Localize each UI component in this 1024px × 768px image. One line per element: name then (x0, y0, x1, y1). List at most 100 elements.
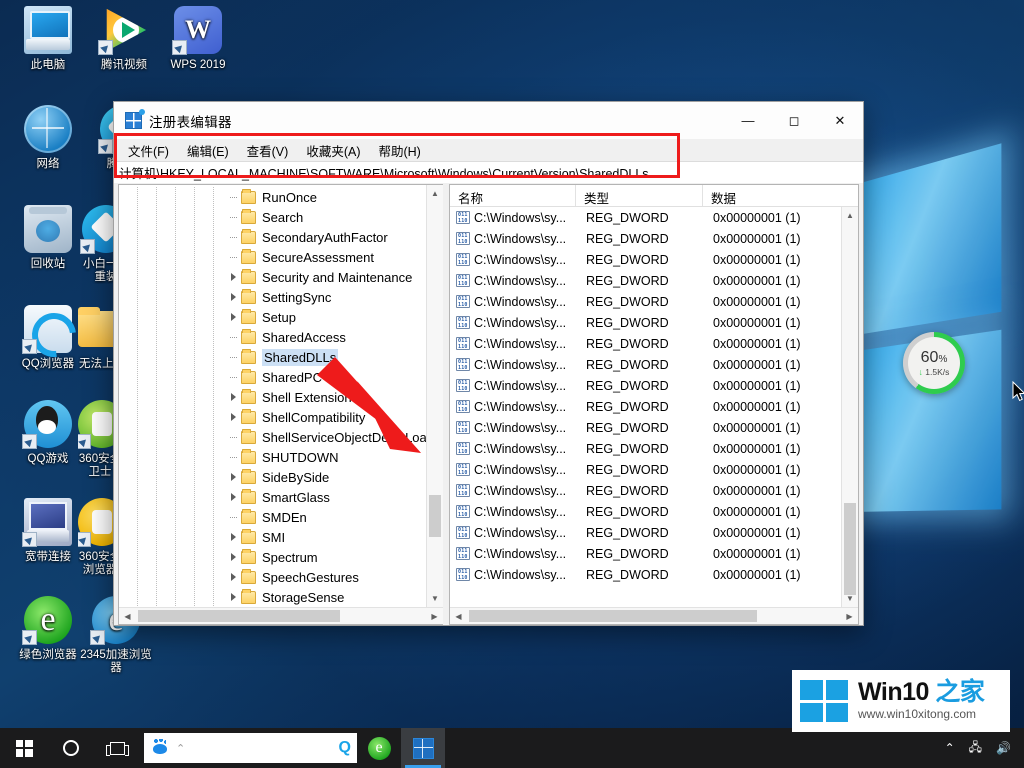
chevron-right-icon[interactable] (225, 527, 241, 547)
baidu-search-box[interactable]: ⌃ Q (144, 733, 357, 763)
value-type: REG_DWORD (586, 274, 713, 288)
table-row[interactable]: C:\Windows\sy...REG_DWORD0x00000001 (1) (450, 291, 841, 312)
registry-path-bar[interactable]: 计算机\HKEY_LOCAL_MACHINE\SOFTWARE\Microsof… (114, 161, 863, 183)
tree-node[interactable]: SecureAssessment (119, 247, 426, 267)
values-vertical-scrollbar[interactable]: ▲ ▼ (841, 207, 858, 607)
tree-node[interactable]: Spectrum (119, 547, 426, 567)
table-row[interactable]: C:\Windows\sy...REG_DWORD0x00000001 (1) (450, 375, 841, 396)
tree-node[interactable]: SHUTDOWN (119, 447, 426, 467)
table-row[interactable]: C:\Windows\sy...REG_DWORD0x00000001 (1) (450, 270, 841, 291)
menu-item-favorites[interactable]: 收藏夹(A) (297, 139, 369, 162)
maximize-button[interactable]: ◻ (771, 102, 817, 139)
tree-node[interactable]: SharedDLLs (119, 347, 426, 367)
chevron-right-icon[interactable] (225, 467, 241, 487)
tree-node[interactable]: Search (119, 207, 426, 227)
table-row[interactable]: C:\Windows\sy...REG_DWORD0x00000001 (1) (450, 522, 841, 543)
values-scroll-thumb[interactable] (844, 503, 856, 595)
scroll-right-icon[interactable]: ▶ (426, 612, 443, 621)
registry-tree-list[interactable]: RunOnceSearchSecondaryAuthFactorSecureAs… (119, 185, 426, 607)
tree-indent-guides (119, 567, 225, 587)
chevron-right-icon[interactable] (225, 307, 241, 327)
tree-vertical-scrollbar[interactable]: ▲ ▼ (426, 185, 443, 607)
column-header-data[interactable]: 数据 (703, 185, 858, 206)
scroll-right-icon[interactable]: ▶ (841, 612, 858, 621)
chevron-right-icon[interactable] (225, 287, 241, 307)
menu-item-edit[interactable]: 编辑(E) (178, 139, 238, 162)
menu-item-view[interactable]: 查看(V) (238, 139, 298, 162)
table-row[interactable]: C:\Windows\sy...REG_DWORD0x00000001 (1) (450, 333, 841, 354)
tree-node[interactable]: ShellServiceObjectDelayLoad (119, 427, 426, 447)
table-row[interactable]: C:\Windows\sy...REG_DWORD0x00000001 (1) (450, 438, 841, 459)
tree-node[interactable]: SecondaryAuthFactor (119, 227, 426, 247)
network-speed-widget[interactable]: 60% ↓ 1.5K/s (903, 332, 965, 394)
column-header-type[interactable]: 类型 (576, 185, 703, 206)
tree-node[interactable]: SettingSync (119, 287, 426, 307)
task-view-button[interactable] (94, 728, 140, 768)
scroll-up-icon[interactable]: ▲ (842, 207, 858, 224)
table-row[interactable]: C:\Windows\sy...REG_DWORD0x00000001 (1) (450, 207, 841, 228)
tree-node[interactable]: SMDEn (119, 507, 426, 527)
column-header-name[interactable]: 名称 (450, 185, 576, 206)
tree-horizontal-scrollbar[interactable]: ◀ ▶ (119, 607, 443, 624)
chevron-right-icon[interactable] (225, 267, 241, 287)
menu-item-help[interactable]: 帮助(H) (369, 139, 429, 162)
tree-node[interactable]: SMI (119, 527, 426, 547)
tree-node[interactable]: SmartGlass (119, 487, 426, 507)
minimize-button[interactable]: — (725, 102, 771, 139)
table-row[interactable]: C:\Windows\sy...REG_DWORD0x00000001 (1) (450, 543, 841, 564)
tree-node[interactable]: Setup (119, 307, 426, 327)
taskbar-app-green-browser[interactable]: e (357, 728, 401, 768)
table-row[interactable]: C:\Windows\sy...REG_DWORD0x00000001 (1) (450, 501, 841, 522)
chevron-right-icon[interactable] (225, 407, 241, 427)
tree-node[interactable]: StorageSense (119, 587, 426, 607)
scroll-left-icon[interactable]: ◀ (450, 612, 467, 621)
scroll-down-icon[interactable]: ▼ (427, 590, 443, 607)
tree-line-icon (225, 427, 241, 447)
tree-node[interactable]: RunOnce (119, 187, 426, 207)
table-row[interactable]: C:\Windows\sy...REG_DWORD0x00000001 (1) (450, 312, 841, 333)
folder-icon (241, 471, 256, 484)
menu-item-file[interactable]: 文件(F) (119, 139, 178, 162)
tree-node[interactable]: SpeechGestures (119, 567, 426, 587)
windows-logo-icon (800, 680, 848, 722)
tree-node[interactable]: SharedAccess (119, 327, 426, 347)
table-row[interactable]: C:\Windows\sy...REG_DWORD0x00000001 (1) (450, 228, 841, 249)
taskbar-app-registry-editor[interactable] (401, 728, 445, 768)
tree-hscroll-thumb[interactable] (138, 610, 340, 622)
window-titlebar[interactable]: 注册表编辑器 — ◻ ✕ (114, 102, 863, 140)
scroll-down-icon[interactable]: ▼ (842, 590, 858, 607)
tray-expand-icon[interactable]: ⌃ (938, 741, 962, 755)
chevron-up-icon[interactable]: ⌃ (176, 742, 185, 755)
volume-icon[interactable]: 🔊 (989, 741, 1018, 755)
chevron-right-icon[interactable] (225, 487, 241, 507)
chevron-right-icon[interactable] (225, 387, 241, 407)
table-row[interactable]: C:\Windows\sy...REG_DWORD0x00000001 (1) (450, 564, 841, 585)
scroll-up-icon[interactable]: ▲ (427, 185, 443, 202)
table-row[interactable]: C:\Windows\sy...REG_DWORD0x00000001 (1) (450, 459, 841, 480)
values-horizontal-scrollbar[interactable]: ◀ ▶ (450, 607, 858, 624)
desktop-icon-wps-2019[interactable]: WPS 2019 (152, 6, 244, 72)
tree-node[interactable]: Security and Maintenance (119, 267, 426, 287)
values-row-container[interactable]: C:\Windows\sy...REG_DWORD0x00000001 (1)C… (450, 207, 841, 607)
value-name: C:\Windows\sy... (474, 232, 586, 246)
table-row[interactable]: C:\Windows\sy...REG_DWORD0x00000001 (1) (450, 354, 841, 375)
cortana-button[interactable] (48, 728, 94, 768)
chevron-right-icon[interactable] (225, 547, 241, 567)
chevron-right-icon[interactable] (225, 587, 241, 607)
table-row[interactable]: C:\Windows\sy...REG_DWORD0x00000001 (1) (450, 396, 841, 417)
start-button[interactable] (0, 728, 48, 768)
tree-node[interactable]: SideBySide (119, 467, 426, 487)
close-button[interactable]: ✕ (817, 102, 863, 139)
network-icon[interactable]: 🖧 (962, 738, 989, 759)
table-row[interactable]: C:\Windows\sy...REG_DWORD0x00000001 (1) (450, 249, 841, 270)
tree-node[interactable]: Shell Extension (119, 387, 426, 407)
tree-scroll-thumb[interactable] (429, 495, 441, 537)
tree-node[interactable]: ShellCompatibility (119, 407, 426, 427)
tree-node[interactable]: SharedPC (119, 367, 426, 387)
table-row[interactable]: C:\Windows\sy...REG_DWORD0x00000001 (1) (450, 480, 841, 501)
values-hscroll-thumb[interactable] (469, 610, 757, 622)
chevron-right-icon[interactable] (225, 567, 241, 587)
table-row[interactable]: C:\Windows\sy...REG_DWORD0x00000001 (1) (450, 417, 841, 438)
search-icon[interactable]: Q (339, 739, 351, 757)
scroll-left-icon[interactable]: ◀ (119, 612, 136, 621)
